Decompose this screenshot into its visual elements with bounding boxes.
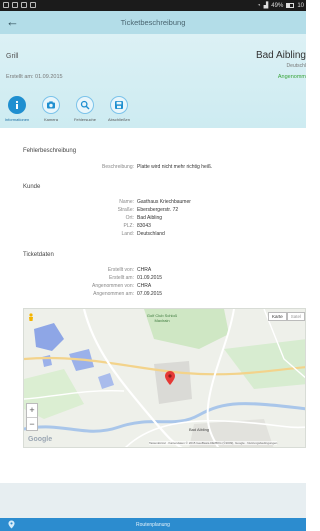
search-icon [76, 96, 94, 114]
zoom-in-button[interactable]: + [27, 404, 37, 417]
tab-label: Kamera [43, 117, 58, 122]
tab-fehlersuche[interactable]: Fehlersuche [71, 96, 99, 122]
map-pin-icon[interactable] [165, 371, 175, 385]
tab-label: Fehlersuche [73, 117, 96, 122]
ticket-city: Bad Aibling [255, 50, 306, 61]
ticket-name: Grill [6, 53, 19, 60]
notification-icon [12, 2, 18, 8]
section-title: Kunde [23, 184, 41, 190]
clock: 10 [297, 2, 304, 9]
image-icon [21, 2, 27, 8]
detail-key: Name: [119, 199, 134, 205]
notification-icons [3, 2, 36, 8]
system-status: ◔ ▟ 49% 10 [257, 2, 304, 10]
detail-key: Erstellt am: [108, 275, 134, 281]
detail-value: Gasthaus Kriechbaumer [137, 199, 191, 205]
status-badge: Angenomm [277, 74, 306, 80]
section-title: Ticketdaten [23, 252, 54, 258]
save-icon [110, 96, 128, 114]
footer-spacer [0, 483, 306, 518]
detail-value: CHRA [137, 267, 152, 273]
ticket-country: Deutschl [286, 63, 306, 69]
tab-abschliessen[interactable]: Abschließen [105, 96, 133, 122]
map-label-town: Bad Aibling [189, 427, 210, 432]
detail-value: Ebersbergerstr. 72 [137, 207, 179, 213]
detail-key: PLZ: [123, 223, 134, 229]
map-label-golf: Golf Club Schloß Maxlrain [146, 313, 178, 323]
signal-icon: ▟ [263, 3, 269, 9]
zoom-control: + − [26, 403, 38, 431]
location-map[interactable]: Golf Club Schloß Maxlrain Bad Aibling Ka… [23, 308, 306, 448]
detail-key: Beschreibung: [102, 164, 134, 170]
detail-value: 83043 [137, 223, 151, 229]
detail-value: Deutschland [137, 231, 165, 237]
status-bar: ◔ ▟ 49% 10 [0, 0, 306, 11]
detail-value: 01.09.2015 [137, 275, 163, 281]
info-icon [8, 96, 26, 114]
app-icon [30, 2, 36, 8]
map-type-karte-button[interactable]: Karte [267, 312, 287, 321]
app-bar: ← Ticketbeschreibung [0, 11, 306, 34]
tab-label: Abschließen [107, 117, 130, 122]
route-planning-label: Routenplanung [136, 522, 170, 528]
map-type-control: Karte Satel [267, 312, 305, 321]
detail-key: Angenommen am: [93, 291, 134, 297]
detail-key: Ort: [125, 215, 134, 221]
detail-key: Land: [121, 231, 134, 237]
detail-key: Erstellt von: [107, 267, 134, 273]
tab-bar: Informationen Kamera Fehlersuche Abschli… [3, 96, 133, 122]
detail-value: Platte wird nicht mehr richtig heiß. [137, 164, 213, 170]
tab-label: Informationen [4, 117, 30, 122]
pegman-icon[interactable] [27, 313, 35, 323]
google-logo: Google [28, 436, 53, 443]
route-planning-bar[interactable]: Routenplanung [0, 518, 306, 531]
detail-key: Angenommen von: [92, 283, 134, 289]
tab-kamera[interactable]: Kamera [37, 96, 65, 122]
ticket-header: Grill Erstellt am: 01.09.2015 Bad Aiblin… [0, 34, 306, 128]
page-title: Ticketbeschreibung [120, 18, 186, 27]
detail-key: Straße: [117, 207, 134, 213]
detail-value: 07.09.2015 [137, 291, 163, 297]
wifi-icon: ◔ [257, 2, 261, 9]
detail-value: CHRA [137, 283, 152, 289]
map-type-satellite-button[interactable]: Satel [286, 312, 305, 321]
tab-informationen[interactable]: Informationen [3, 96, 31, 122]
detail-value: Bad Aibling [137, 215, 163, 221]
notification-icon [3, 2, 9, 8]
battery-icon [286, 3, 295, 8]
camera-icon [42, 96, 60, 114]
section-title: Fehlerbeschreibung [23, 148, 77, 154]
map-attribution[interactable]: Tastenkürzel · Kartendaten © 2015 GeoBas… [149, 441, 278, 445]
zoom-out-button[interactable]: − [27, 417, 37, 430]
created-date: Erstellt am: 01.09.2015 [6, 74, 63, 80]
battery-percent: 49% [271, 2, 284, 9]
